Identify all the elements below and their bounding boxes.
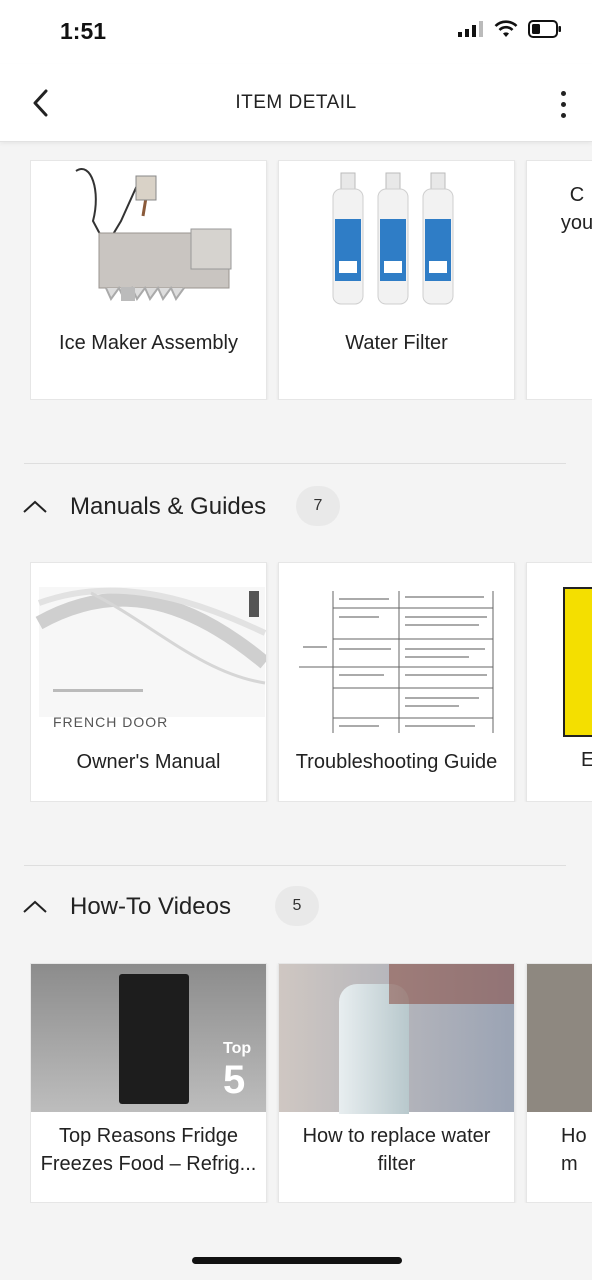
card-label-partial: E [581,749,592,772]
card-label: Owner's Manual [76,751,221,773]
card-label: Ice Maker Assembly [59,332,238,354]
home-indicator[interactable] [192,1257,402,1264]
section-title: Manuals & Guides [70,493,267,520]
owners-manual-cover: FRENCH DOOR [35,587,266,730]
more-dot-icon [560,90,566,96]
video-thumbnail [527,964,592,1112]
video-card-water-filter[interactable]: How to replace water filter [278,963,515,1203]
wifi-icon [494,20,518,37]
card-label: How to replace water filter [302,1125,491,1175]
more-dot-icon [560,112,566,118]
signal-icon [458,21,483,37]
chevron-up-icon [23,900,47,913]
part-card-partial[interactable]: C you [526,160,592,400]
manuals-carousel[interactable]: FRENCH DOOR Owner's Manual Troubleshooti… [30,562,592,802]
manual-cover-text: FRENCH DOOR [53,714,168,730]
videos-carousel[interactable]: Top 5 Top Reasons Fridge Freezes Food – … [30,963,592,1203]
part-card-ice-maker[interactable]: Ice Maker Assembly [30,160,267,400]
parts-carousel[interactable]: Ice Maker Assembly Water Filter C you [30,160,592,400]
hand-image [389,964,514,1004]
count-badge: 7 [296,486,340,526]
manual-card-troubleshooting[interactable]: Troubleshooting Guide [278,562,515,802]
videos-section-header[interactable]: How-To Videos 5 [0,884,592,932]
fridge-image [119,974,189,1104]
section-divider [24,865,566,866]
chevron-up-icon [23,500,47,513]
app-header: ITEM DETAIL [0,64,592,142]
card-label: Troubleshooting Guide [295,751,498,773]
troubleshooting-guide-page [299,591,494,733]
count-badge: 5 [275,886,319,926]
card-label-partial: C you [560,184,592,234]
more-options-button[interactable] [548,82,578,126]
manuals-section-header[interactable]: Manuals & Guides 7 [0,484,592,532]
section-divider [24,463,566,464]
video-card-top-reasons[interactable]: Top 5 Top Reasons Fridge Freezes Food – … [30,963,267,1203]
top-badge-text: Top [223,1040,252,1057]
status-time: 1:51 [60,18,107,44]
yellow-cover-image [563,587,592,737]
manual-card-owners[interactable]: FRENCH DOOR Owner's Manual [30,562,267,802]
card-label: Top Reasons Fridge Freezes Food – Refrig… [40,1125,257,1175]
part-card-water-filter[interactable]: Water Filter [278,160,515,400]
video-card-partial[interactable]: Ho m [526,963,592,1203]
more-dot-icon [560,101,566,107]
video-thumbnail [279,964,514,1114]
card-label-partial: Ho m [561,1125,587,1175]
video-thumbnail: Top 5 [31,964,266,1112]
top-badge-number: 5 [223,1058,246,1102]
status-bar: 1:51 [0,0,592,64]
water-filter-image [332,172,454,305]
page-title: ITEM DETAIL [235,92,357,113]
ice-maker-image [75,168,232,301]
battery-icon [528,20,561,38]
status-icons [458,20,562,38]
section-title: How-To Videos [70,893,231,920]
manual-card-partial[interactable]: E [526,562,592,802]
card-label: Water Filter [345,332,448,354]
